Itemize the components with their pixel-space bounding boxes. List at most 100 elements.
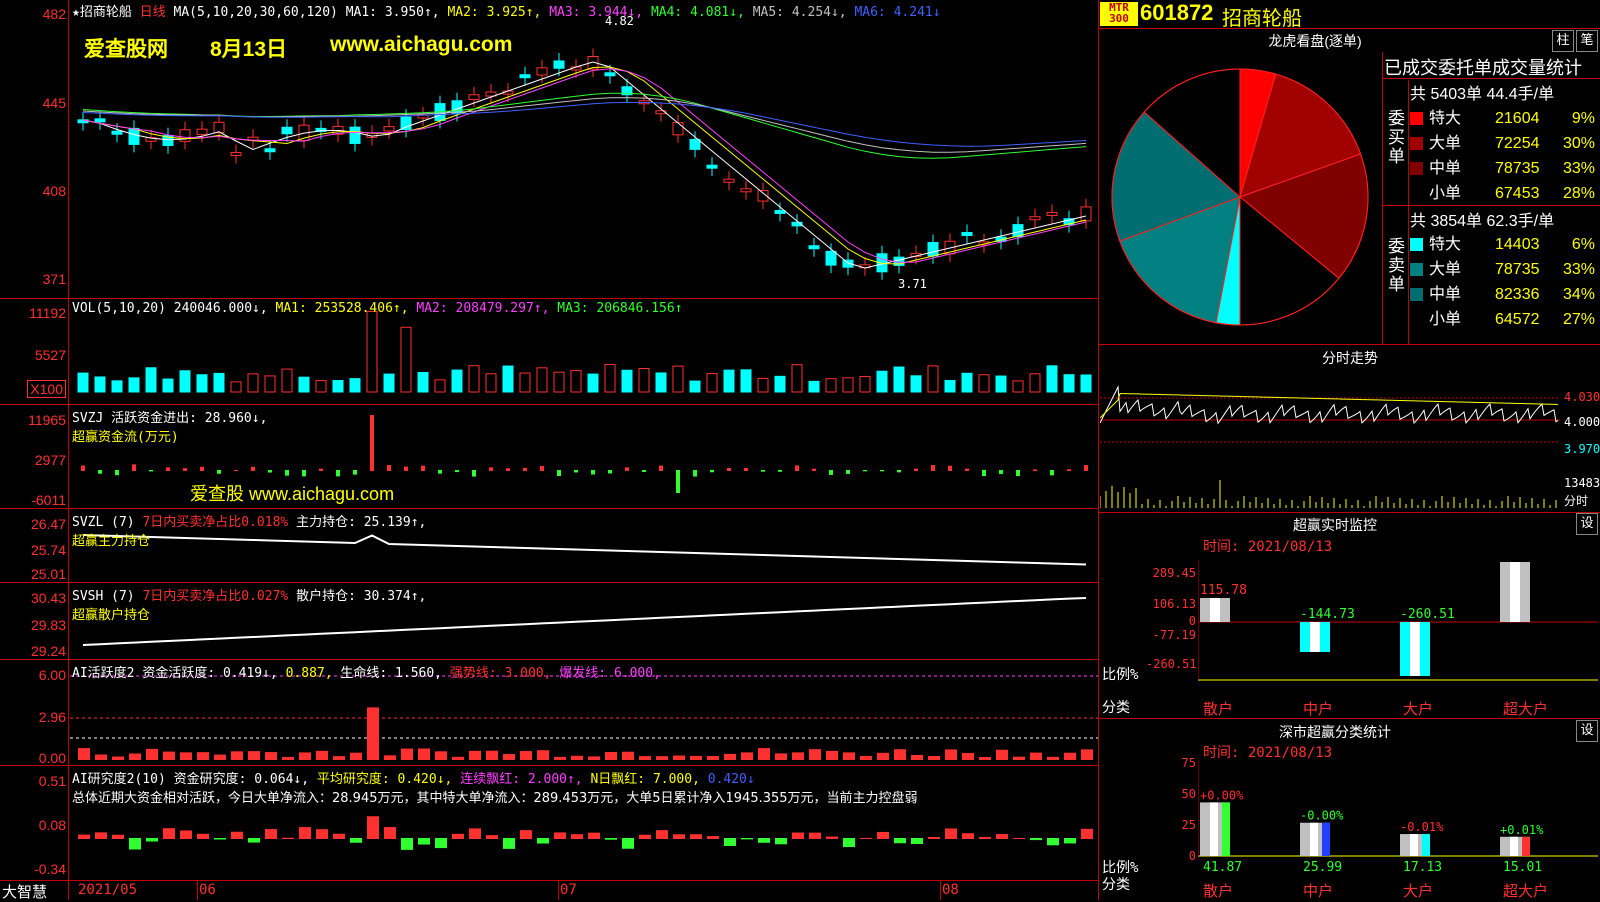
flow-bar — [744, 468, 748, 471]
ai1-axis-label: 2.96 — [38, 709, 66, 725]
row-pct: 6% — [1571, 236, 1595, 253]
row-label: 中单 — [1429, 286, 1462, 303]
stat-bar-top: -0.00% — [1300, 809, 1344, 823]
ai2-bar — [282, 837, 294, 839]
ai1-bar — [95, 754, 107, 760]
flow-bar — [404, 466, 408, 471]
ai1-bar — [78, 748, 90, 760]
ai2-bar — [78, 834, 90, 839]
volume-bar — [553, 371, 565, 393]
fenshi-axis-label: 4.030 — [1564, 390, 1600, 404]
ai2-bar — [469, 828, 481, 839]
volume-bar — [264, 375, 276, 393]
monitor-settings-button[interactable]: 设 — [1576, 513, 1598, 535]
row-pct: 34% — [1562, 286, 1595, 303]
flow-bar — [183, 468, 187, 471]
ai2-bar — [299, 827, 311, 839]
stock-name: 招商轮船 — [1222, 6, 1302, 30]
flow-bar — [778, 470, 782, 472]
stat-bar-highlight — [1210, 802, 1218, 856]
candle-body — [774, 209, 786, 214]
ai2-bar — [1064, 838, 1076, 844]
ai1-bar — [435, 751, 447, 760]
row-label: 特大 — [1429, 110, 1462, 127]
volume-bar — [366, 310, 378, 393]
ai2-bar — [877, 831, 889, 839]
lhb-title: 龙虎看盘(逐单) — [1268, 33, 1362, 49]
ai1-bar — [367, 707, 379, 760]
volume-bar — [315, 380, 327, 393]
flow-bar — [234, 469, 238, 471]
ai1-bar — [231, 751, 243, 760]
buy-row: 特大 21604 9% — [1410, 104, 1600, 128]
stat-bar-bottom: 17.13 — [1403, 860, 1443, 875]
sell-total: 共 3854单 62.3手/单 — [1410, 213, 1555, 230]
monitor-axis-label: 0 — [1188, 614, 1196, 628]
flow-bar — [506, 468, 510, 471]
ai1-bar — [860, 755, 872, 760]
candle-body — [689, 138, 701, 150]
stat-bar-top: +0.00% — [1200, 788, 1244, 802]
ai1-bar — [690, 755, 702, 760]
flow-bar — [931, 465, 935, 471]
stock-code: 601872 — [1140, 0, 1214, 25]
ai1-bar — [146, 748, 158, 760]
candle-body — [1029, 216, 1041, 221]
stat-settings-button[interactable]: 设 — [1576, 720, 1598, 742]
flow-bar — [336, 470, 340, 477]
fenshi-price-line — [1100, 385, 1559, 425]
volume-bar — [519, 372, 531, 393]
flow-bar — [81, 465, 85, 471]
stat-category: 散户 — [1203, 882, 1234, 900]
kline-chart[interactable] — [70, 0, 1098, 900]
candle-body — [468, 94, 480, 100]
ai2-bar — [775, 838, 787, 845]
ai2-bar — [894, 838, 906, 844]
ai1-bar — [384, 755, 396, 760]
flow-bar — [948, 465, 952, 471]
order-pie-chart — [1111, 68, 1369, 326]
stat-bar-accent — [1522, 836, 1530, 856]
flow-bar — [1084, 465, 1088, 471]
tick-view-button[interactable]: 笔 — [1576, 30, 1598, 52]
brand-label: 大智慧 — [2, 884, 48, 901]
ai1-bar — [741, 752, 753, 760]
candle-body — [383, 126, 395, 132]
monitor-bar-highlight — [1310, 622, 1320, 653]
ai1-bar — [503, 754, 515, 760]
ai1-bar — [299, 752, 311, 760]
volume-bar — [281, 368, 293, 393]
fenshi-axis-label: 4.000 — [1564, 415, 1600, 429]
flow-bar — [693, 470, 697, 477]
flow-bar — [489, 467, 493, 471]
stat-category-label: 分类 — [1102, 877, 1130, 893]
ai2-bar — [622, 838, 634, 849]
volume-bar — [808, 380, 820, 393]
ai2-bar — [554, 832, 566, 839]
intraday-chart[interactable] — [1100, 368, 1560, 510]
moving-averages — [82, 61, 1087, 269]
ai2-bar — [792, 832, 804, 839]
column-view-button[interactable]: 柱 — [1552, 30, 1574, 52]
sell-row: 小单 64572 27% — [1410, 305, 1600, 329]
ai1-bar — [775, 753, 787, 760]
ai1-bar — [962, 753, 974, 760]
row-pct: 33% — [1562, 261, 1595, 278]
row-label: 中单 — [1429, 160, 1462, 177]
candle-body — [553, 60, 565, 69]
price-legend: ★招商轮船 日线 MA(5,10,20,30,60,120) MA1: 3.95… — [72, 5, 941, 20]
ai2-bar — [197, 833, 209, 839]
ai2-bar — [112, 834, 124, 839]
ai2-bar — [146, 838, 158, 842]
flow-bar — [523, 467, 527, 471]
flow-bar — [302, 470, 306, 477]
flow-bar — [999, 470, 1003, 475]
color-swatch — [1410, 288, 1423, 302]
volume-bar — [570, 370, 582, 393]
price-axis-label: 408 — [42, 183, 66, 199]
monitor-axis-label: 289.45 — [1152, 566, 1196, 580]
ai1-bar — [1081, 749, 1093, 760]
ai1-bar — [401, 748, 413, 760]
color-swatch — [1410, 238, 1423, 252]
ai2-legend: AI研究度2(10) 资金研究度: 0.064↓, 平均研究度: 0.420↓,… — [72, 772, 755, 787]
